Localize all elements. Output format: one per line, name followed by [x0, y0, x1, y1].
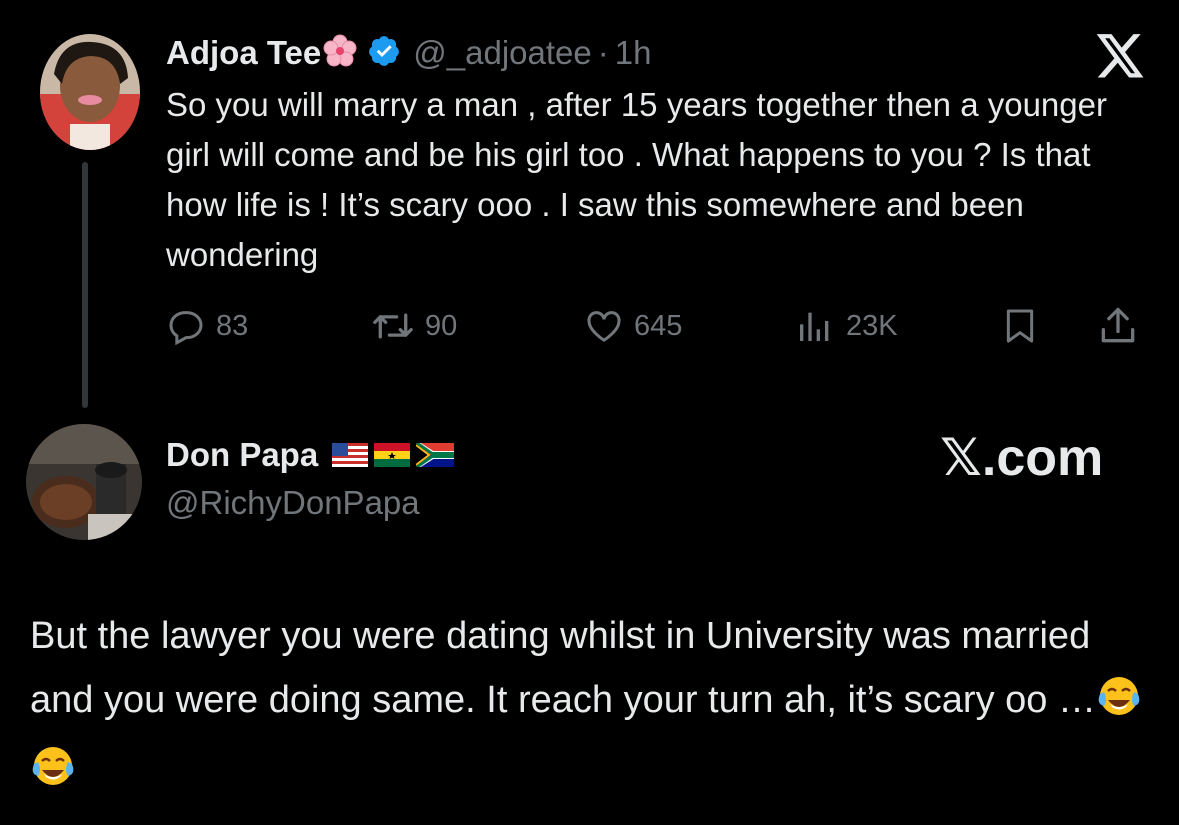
cherry-blossom-emoji: [323, 34, 357, 73]
share-icon: [1096, 304, 1140, 348]
repost-count: 90: [425, 309, 458, 342]
reply-count: 83: [216, 309, 249, 342]
reply-header: Don Papa: [166, 436, 460, 474]
views-icon: [794, 306, 836, 346]
south-africa-flag-emoji: [416, 443, 460, 467]
reply-author-handle[interactable]: @RichyDonPapa: [166, 484, 420, 522]
author-handle[interactable]: @_adjoatee: [413, 34, 591, 72]
reply-text: But the lawyer you were dating whilst in…: [30, 604, 1160, 808]
us-flag-emoji: [332, 443, 374, 467]
avatar-don-papa[interactable]: [26, 424, 142, 540]
views-count: 23K: [846, 309, 898, 342]
repost-icon: [371, 306, 415, 346]
tweet-timestamp[interactable]: 1h: [615, 34, 652, 72]
reply-button[interactable]: 83: [166, 300, 248, 352]
reply-icon: [166, 306, 206, 346]
thread-connector-line: [82, 162, 88, 408]
bookmark-icon: [1000, 306, 1040, 346]
flags-group: [332, 443, 460, 467]
bookmark-button[interactable]: [1000, 300, 1040, 352]
verified-badge-icon[interactable]: [367, 34, 401, 73]
author-name[interactable]: Adjoa Tee: [166, 34, 321, 72]
like-icon: [584, 306, 624, 346]
tweet-text: So you will marry a man , after 15 years…: [166, 86, 1107, 273]
reply-text-body: But the lawyer you were dating whilst in…: [30, 615, 1096, 721]
avatar-adjoa-tee[interactable]: [40, 34, 140, 150]
views-button[interactable]: 23K: [794, 300, 898, 352]
x-com-watermark: 𝕏.com: [940, 429, 1104, 487]
like-count: 645: [634, 309, 683, 342]
tears-of-joy-emoji: [30, 744, 76, 808]
share-button[interactable]: [1096, 300, 1140, 352]
tears-of-joy-emoji: [1096, 674, 1142, 738]
reply-author-name[interactable]: Don Papa: [166, 436, 318, 474]
tweet-action-bar: 83 90 645 23K: [166, 300, 1156, 352]
tweet-header: Adjoa Tee @_adjoatee · 1h: [166, 30, 651, 76]
ghana-flag-emoji: [374, 443, 416, 467]
separator-dot: ·: [597, 34, 609, 71]
repost-button[interactable]: 90: [371, 300, 457, 352]
like-button[interactable]: 645: [584, 300, 682, 352]
